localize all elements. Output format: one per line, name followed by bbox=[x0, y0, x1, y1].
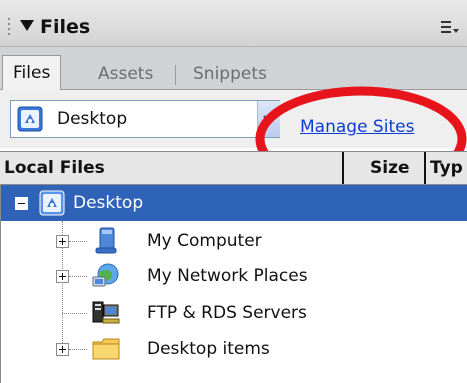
tree-root-label: Desktop bbox=[73, 193, 144, 213]
tree-item-label: My Network Places bbox=[147, 266, 308, 286]
tab-files[interactable]: Files bbox=[2, 55, 62, 90]
expand-toggle-icon[interactable] bbox=[56, 235, 69, 248]
tab-assets[interactable]: Assets bbox=[88, 61, 163, 87]
column-local-files[interactable]: Local Files bbox=[4, 152, 105, 184]
tree-root-desktop[interactable]: Desktop bbox=[1, 185, 467, 221]
computer-icon bbox=[95, 227, 117, 254]
manage-sites-link[interactable]: Manage Sites bbox=[300, 117, 414, 137]
site-icon bbox=[17, 106, 43, 132]
panel-title: Files bbox=[40, 16, 91, 38]
ftp-servers-icon bbox=[92, 301, 120, 324]
site-dropdown[interactable]: Desktop bbox=[10, 100, 280, 138]
panel-header[interactable]: Files bbox=[0, 0, 467, 47]
column-header: Local Files Size Typ bbox=[0, 151, 467, 185]
tab-separator bbox=[175, 65, 176, 85]
column-divider[interactable] bbox=[424, 152, 426, 184]
tree-item-label: Desktop items bbox=[147, 339, 270, 359]
files-panel: Files Files Assets Snippets Desktop Mana… bbox=[0, 0, 467, 383]
column-divider[interactable] bbox=[342, 152, 344, 184]
tree-item-my-computer[interactable]: My Computer bbox=[1, 223, 467, 259]
tab-snippets[interactable]: Snippets bbox=[183, 61, 277, 87]
tree-item-label: FTP & RDS Servers bbox=[147, 303, 307, 323]
expand-toggle-icon[interactable] bbox=[56, 270, 69, 283]
folder-icon bbox=[92, 338, 120, 360]
chevron-down-icon bbox=[263, 115, 275, 124]
file-tree: Desktop My Computer My Network Places FT… bbox=[0, 185, 467, 383]
tree-item-desktop-items[interactable]: Desktop items bbox=[1, 331, 467, 367]
column-type[interactable]: Typ bbox=[430, 152, 463, 184]
expand-toggle-icon[interactable] bbox=[56, 343, 69, 356]
tab-bar: Files Assets Snippets bbox=[0, 47, 467, 90]
tree-item-my-network-places[interactable]: My Network Places bbox=[1, 258, 467, 294]
panel-grip-icon[interactable] bbox=[8, 18, 14, 38]
panel-options-icon[interactable] bbox=[441, 20, 459, 36]
tree-item-label: My Computer bbox=[147, 231, 262, 251]
collapse-toggle-icon[interactable] bbox=[15, 197, 28, 210]
collapse-arrow-icon[interactable] bbox=[20, 20, 34, 31]
dropdown-arrow-button[interactable] bbox=[257, 101, 280, 137]
column-size[interactable]: Size bbox=[370, 152, 410, 184]
tree-item-ftp-rds-servers[interactable]: FTP & RDS Servers bbox=[1, 295, 467, 331]
site-icon bbox=[39, 190, 65, 216]
network-places-icon bbox=[92, 263, 119, 287]
site-dropdown-value: Desktop bbox=[57, 109, 128, 129]
